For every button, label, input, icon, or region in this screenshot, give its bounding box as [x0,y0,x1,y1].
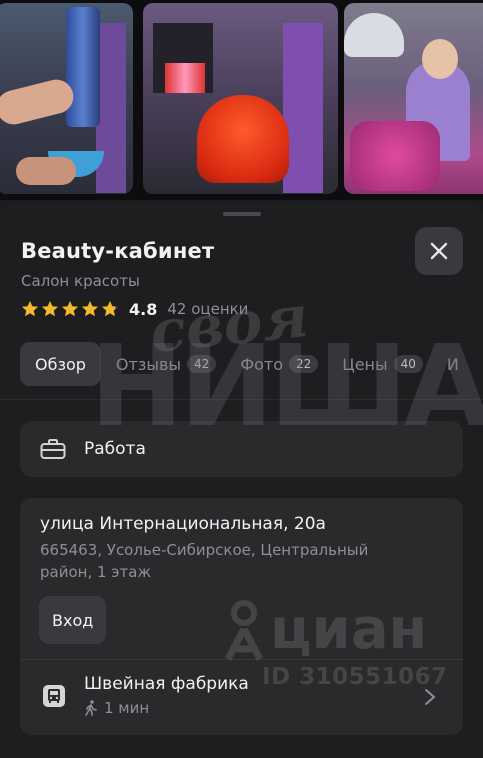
close-icon [430,242,448,260]
tab-count-badge: 40 [393,355,423,373]
place-category: Салон красоты [21,272,140,290]
tab-label: Фото [240,354,283,374]
tab-label: Отзывы [115,354,182,374]
work-hours-card[interactable]: Работа [20,421,463,477]
rating-value: 4.8 [129,299,158,319]
close-button[interactable] [415,227,463,275]
tab-prices[interactable]: Цены 40 [342,342,423,386]
walking-time-value: 1 мин [104,699,150,717]
tab-label: Цены [342,354,388,374]
photo-decor [344,13,404,57]
photo-decor [165,63,205,93]
rating-row[interactable]: 4.8 42 оценки [21,298,248,320]
photo-decor [350,121,440,191]
photo-decor [197,95,289,183]
tab-overview[interactable]: Обзор [20,342,101,386]
photo-decor [66,7,100,127]
star-icon [62,301,78,317]
entrance-button-label: Вход [52,610,94,630]
photo-decor [283,23,323,193]
place-card-sheet: Beauty-кабинет Салон красоты 4.8 42 оцен… [0,202,483,758]
tab-reviews[interactable]: Отзывы 42 [115,342,217,386]
address-card: улица Интернациональная, 20а 665463, Усо… [20,498,463,735]
walking-time: 1 мин [84,699,149,717]
sheet-drag-handle[interactable] [223,212,261,216]
tab-label: И [446,354,459,374]
tab-bar: Обзор Отзывы 42 Фото 22 Цены 40 И [20,342,483,386]
tab-info[interactable]: И [447,342,459,386]
bus-stop-icon [43,685,65,707]
tab-count-badge: 42 [187,355,217,373]
divider [0,399,483,400]
photo-thumbnail[interactable] [0,3,133,194]
tab-count-badge: 22 [289,355,319,373]
photo-gallery[interactable] [0,0,483,200]
photo-decor [96,23,126,193]
photo-decor [422,39,458,79]
briefcase-icon [40,439,66,459]
tab-photos[interactable]: Фото 22 [240,342,319,386]
walking-icon [85,700,97,716]
star-icon [102,301,118,317]
divider [20,659,463,660]
star-icon [42,301,58,317]
star-icon [22,301,38,317]
bus-stop-name[interactable]: Швейная фабрика [84,674,249,694]
entrance-button[interactable]: Вход [39,596,107,644]
photo-decor [16,157,76,185]
tab-label: Обзор [35,354,86,374]
photo-thumbnail[interactable] [143,3,338,194]
address-detail: 665463, Усолье-Сибирское, Центральный ра… [40,541,369,581]
star-icon [82,301,98,317]
photo-thumbnail[interactable] [344,3,483,194]
chevron-right-icon[interactable] [423,688,437,706]
rating-count: 42 оценки [167,300,249,318]
place-title: Beauty-кабинет [21,239,215,263]
rating-stars [21,300,119,318]
work-hours-label: Работа [84,439,146,459]
street-address[interactable]: улица Интернациональная, 20а [40,514,326,534]
